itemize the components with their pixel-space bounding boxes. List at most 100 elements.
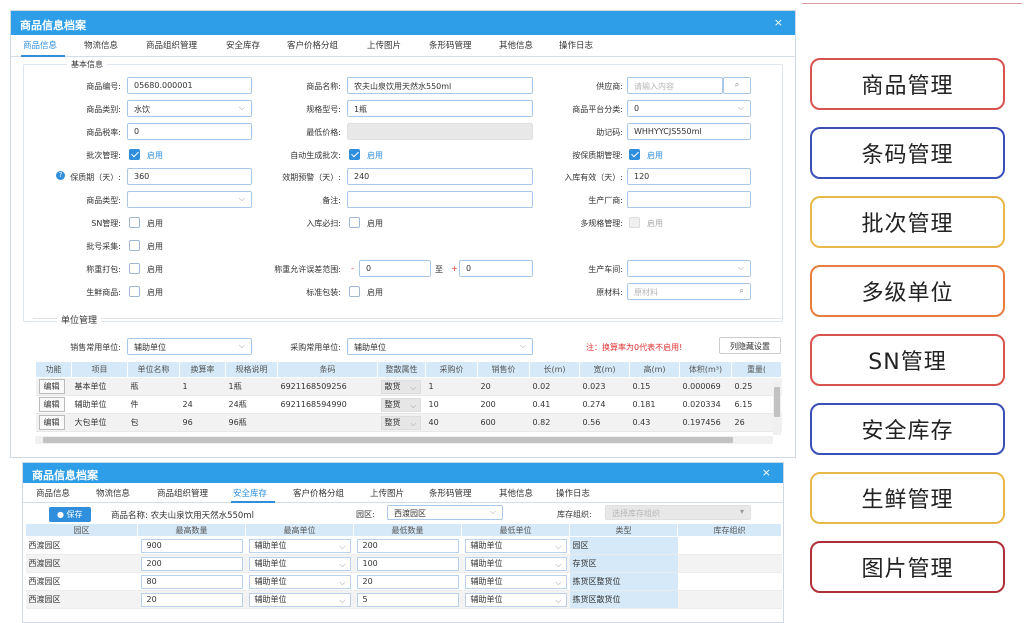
tab-upload-image[interactable]: 上传图片 [367,39,401,51]
tab-org-management[interactable]: 商品组织管理 [146,39,197,51]
unit-select[interactable]: 辅助单位 ⌵ [464,574,567,589]
category-button[interactable]: SN管理 [810,334,1005,386]
quantity-input[interactable]: 20 [140,592,243,607]
product-code-input[interactable]: 05680.000001 [127,77,252,94]
expiry-mgmt-checkbox[interactable] [629,149,640,160]
tax-rate-input[interactable]: 0 [127,123,252,140]
edit-cell[interactable]: 编辑 [35,413,72,432]
unit-select[interactable]: 辅助单位 ⌵ [248,574,351,589]
edit-button[interactable]: 编辑 [38,397,65,412]
close-icon[interactable]: × [774,16,783,29]
platform-category-select[interactable]: 0 ⌵ [627,100,751,117]
edit-cell[interactable]: 编辑 [35,395,72,414]
remark-input[interactable] [347,191,533,208]
ss-input-cell[interactable]: 辅助单位 ⌵ [461,572,570,591]
weigh-pack-checkbox[interactable] [129,263,140,274]
sn-mgmt-checkbox[interactable] [129,217,140,228]
raw-material-input[interactable]: 原材料 ⌕ [627,283,751,300]
vertical-scrollbar[interactable] [773,381,781,435]
unit-select[interactable]: 辅助单位 ⌵ [248,538,351,553]
tab-product-info[interactable]: 商品信息 [36,487,70,499]
category-button[interactable]: 条码管理 [810,127,1005,179]
category-button[interactable]: 批次管理 [810,196,1005,248]
category-select[interactable]: 水饮 ⌵ [127,100,252,117]
stock-org-select[interactable]: 选择库存组织 ▾ [605,505,751,520]
ss-input-cell[interactable]: 20 [353,572,462,591]
horizontal-scrollbar[interactable] [35,436,773,444]
batch-mgmt-checkbox[interactable] [129,149,140,160]
quantity-input[interactable]: 200 [356,538,459,553]
ss-input-cell[interactable]: 辅助单位 ⌵ [245,554,354,573]
product-name-input[interactable]: 农夫山泉饮用天然水550ml [347,77,533,94]
tab-logistics[interactable]: 物流信息 [84,39,118,51]
ss-input-cell[interactable]: 20 [137,590,246,609]
supplier-search-button[interactable]: ⌕ [723,77,751,94]
std-pack-checkbox[interactable] [349,286,360,297]
tab-barcode[interactable]: 条形码管理 [429,39,472,51]
tab-customer-price-group[interactable]: 客户价格分组 [293,487,344,499]
close-icon[interactable]: × [762,466,771,479]
pack-type-cell[interactable]: 整货 ⌵ [377,395,426,414]
pack-type-cell[interactable]: 整货 ⌵ [377,413,426,432]
h-scrollbar-thumb[interactable] [43,437,733,443]
ss-input-cell[interactable]: 80 [137,572,246,591]
instock-valid-input[interactable]: 120 [627,168,751,185]
edit-button[interactable]: 编辑 [38,379,65,394]
shelf-life-input[interactable]: 360 [127,168,252,185]
category-button[interactable]: 安全库存 [810,403,1005,455]
unit-select[interactable]: 辅助单位 ⌵ [464,556,567,571]
auto-batch-checkbox[interactable] [349,149,360,160]
tab-org-management[interactable]: 商品组织管理 [157,487,208,499]
ss-input-cell[interactable]: 辅助单位 ⌵ [245,572,354,591]
tolerance-max-input[interactable]: 0 [459,260,533,277]
must-scan-checkbox[interactable] [349,217,360,228]
category-button[interactable]: 多级单位 [810,265,1005,317]
tab-logistics[interactable]: 物流信息 [96,487,130,499]
quantity-input[interactable]: 200 [140,556,243,571]
pack-type-select[interactable]: 整货 ⌵ [380,397,421,412]
ss-input-cell[interactable]: 辅助单位 ⌵ [245,536,354,555]
tab-product-info[interactable]: 商品信息 [23,39,57,51]
tab-operation-log[interactable]: 操作日志 [556,487,590,499]
ss-input-cell[interactable]: 200 [137,554,246,573]
ss-input-cell[interactable]: 辅助单位 ⌵ [245,590,354,609]
scrollbar-thumb[interactable] [774,387,780,417]
ss-input-cell[interactable]: 辅助单位 ⌵ [461,554,570,573]
category-button[interactable]: 商品管理 [810,58,1005,110]
ss-input-cell[interactable]: 辅助单位 ⌵ [461,536,570,555]
quantity-input[interactable]: 20 [356,574,459,589]
tab-upload-image[interactable]: 上传图片 [370,487,404,499]
edit-button[interactable]: 编辑 [38,415,65,430]
unit-select[interactable]: 辅助单位 ⌵ [248,592,351,607]
tab-other-info[interactable]: 其他信息 [499,487,533,499]
category-button[interactable]: 生鲜管理 [810,472,1005,524]
manufacturer-input[interactable] [627,191,751,208]
tab-barcode[interactable]: 条形码管理 [429,487,472,499]
batch-collect-checkbox[interactable] [129,240,140,251]
ss-input-cell[interactable]: 200 [353,536,462,555]
supplier-input[interactable]: 请输入内容 [627,77,723,94]
mnemonic-input[interactable]: WHHYYCJS550ml [627,123,751,140]
tab-other-info[interactable]: 其他信息 [499,39,533,51]
unit-select[interactable]: 辅助单位 ⌵ [464,538,567,553]
tolerance-min-input[interactable]: 0 [359,260,431,277]
quantity-input[interactable]: 900 [140,538,243,553]
unit-select[interactable]: 辅助单位 ⌵ [464,592,567,607]
zone-select[interactable]: 西渡园区 ⌵ [387,505,503,520]
tab-safety-stock[interactable]: 安全库存 [226,39,260,51]
pack-type-cell[interactable]: 散货 ⌵ [377,377,426,396]
ss-input-cell[interactable]: 5 [353,590,462,609]
ss-input-cell[interactable]: 900 [137,536,246,555]
expiry-warning-input[interactable]: 240 [347,168,533,185]
fresh-product-checkbox[interactable] [129,286,140,297]
category-button[interactable]: 图片管理 [810,541,1005,593]
edit-cell[interactable]: 编辑 [35,377,72,396]
quantity-input[interactable]: 100 [356,556,459,571]
workshop-select[interactable]: ⌵ [627,260,751,277]
unit-select[interactable]: 辅助单位 ⌵ [248,556,351,571]
ss-input-cell[interactable]: 辅助单位 ⌵ [461,590,570,609]
pack-type-select[interactable]: 散货 ⌵ [380,379,421,394]
sale-unit-select[interactable]: 辅助单位 ⌵ [127,338,252,355]
column-hide-button[interactable]: 列隐藏设置 [719,337,781,354]
tab-customer-price-group[interactable]: 客户价格分组 [287,39,338,51]
